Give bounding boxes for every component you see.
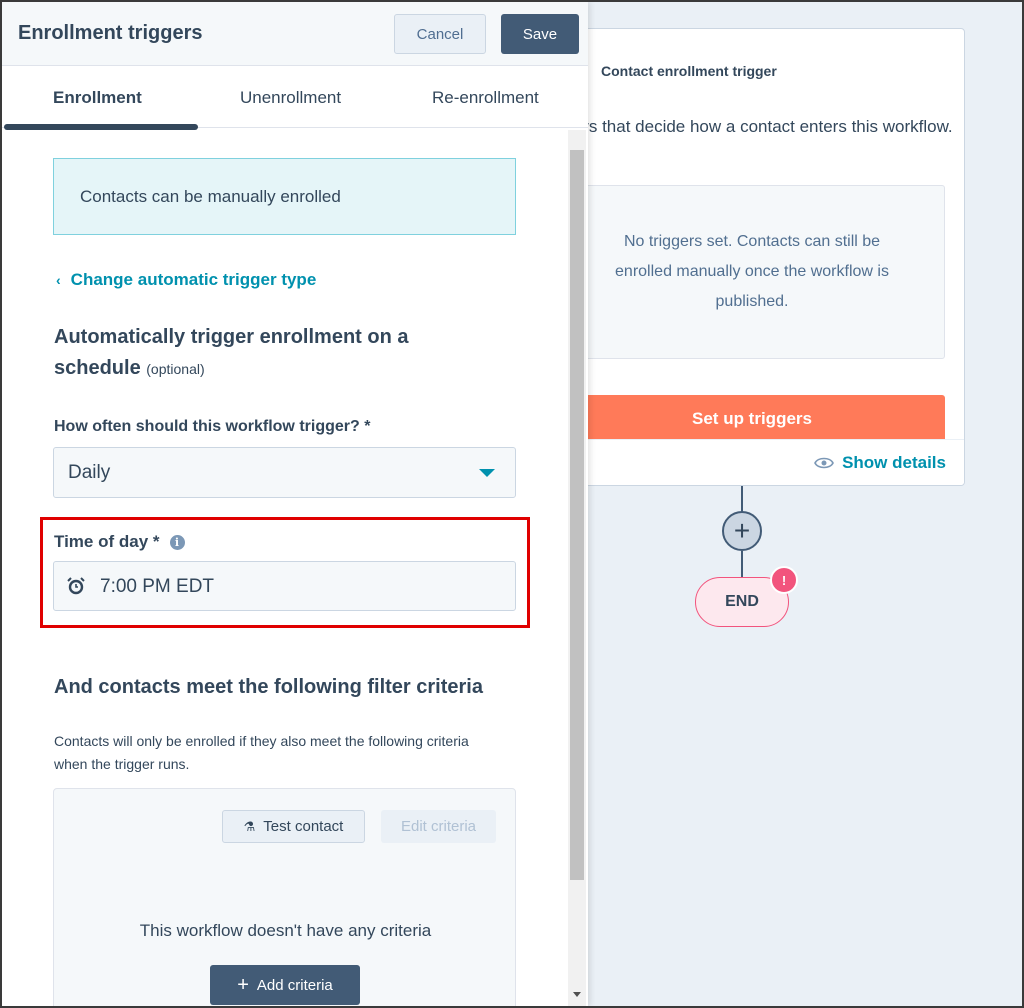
enrollment-trigger-card: Contact enrollment trigger Choose the tr…: [578, 28, 965, 486]
set-up-triggers-button[interactable]: Set up triggers: [579, 395, 945, 443]
tab-enrollment[interactable]: Enrollment: [53, 88, 142, 108]
add-action-button[interactable]: +: [722, 511, 762, 551]
schedule-heading-text: Automatically trigger enrollment on a sc…: [54, 326, 409, 379]
change-trigger-type-label: Change automatic trigger type: [70, 270, 317, 289]
scroll-down-arrow-icon[interactable]: [573, 992, 581, 997]
eye-icon: [814, 457, 834, 469]
panel-title: Enrollment triggers: [18, 22, 203, 44]
alarm-clock-icon: [67, 577, 85, 595]
flask-icon: ⚗: [243, 818, 256, 834]
schedule-heading: Automatically trigger enrollment on a sc…: [54, 322, 474, 385]
show-details-label: Show details: [842, 453, 946, 472]
panel-header: Enrollment triggers Cancel Save: [2, 2, 588, 66]
no-triggers-message: No triggers set. Contacts can still be e…: [579, 185, 945, 359]
scrollbar-thumb[interactable]: [570, 150, 584, 880]
filter-heading: And contacts meet the following filter c…: [54, 676, 483, 698]
tab-unenrollment[interactable]: Unenrollment: [240, 88, 341, 108]
test-contact-label: Test contact: [263, 818, 344, 835]
frequency-value: Daily: [68, 462, 111, 483]
time-of-day-label: Time of day * i: [54, 532, 185, 552]
time-of-day-label-text: Time of day *: [54, 532, 160, 551]
tab-re-enrollment[interactable]: Re-enrollment: [432, 88, 539, 108]
card-description: Choose the triggers that decide how a co…: [579, 117, 953, 136]
frequency-select[interactable]: Daily: [53, 447, 516, 498]
caret-down-icon: [479, 469, 495, 477]
alert-badge: !: [770, 566, 798, 594]
filter-description: Contacts will only be enrolled if they a…: [54, 733, 469, 772]
edit-criteria-button[interactable]: Edit criteria: [381, 810, 496, 843]
show-details-link[interactable]: Show details: [814, 453, 946, 473]
active-tab-indicator: [4, 124, 198, 130]
chevron-left-icon: ‹: [56, 272, 61, 288]
change-trigger-type-link[interactable]: ‹ Change automatic trigger type: [56, 270, 316, 290]
frequency-label: How often should this workflow trigger? …: [54, 418, 371, 435]
criteria-box: ⚗ Test contact Edit criteria This workflo…: [53, 788, 516, 1006]
optional-label: (optional): [146, 361, 205, 377]
enrollment-triggers-panel: Enrollment triggers Cancel Save Enrollme…: [2, 2, 588, 1006]
no-criteria-message: This workflow doesn't have any criteria: [139, 921, 432, 940]
info-icon[interactable]: i: [169, 534, 185, 550]
test-contact-button[interactable]: ⚗ Test contact: [222, 810, 365, 843]
save-button[interactable]: Save: [501, 14, 579, 54]
scrollbar-track[interactable]: [568, 130, 586, 1006]
cancel-button[interactable]: Cancel: [394, 14, 486, 54]
manual-enroll-notice: Contacts can be manually enrolled: [53, 158, 516, 235]
plus-icon: +: [237, 973, 249, 996]
time-of-day-value: 7:00 PM EDT: [100, 576, 215, 597]
add-criteria-label: Add criteria: [256, 976, 333, 994]
time-of-day-input[interactable]: 7:00 PM EDT: [53, 561, 516, 611]
card-title: Contact enrollment trigger: [601, 63, 777, 79]
add-criteria-button[interactable]: + Add criteria: [210, 965, 360, 1005]
